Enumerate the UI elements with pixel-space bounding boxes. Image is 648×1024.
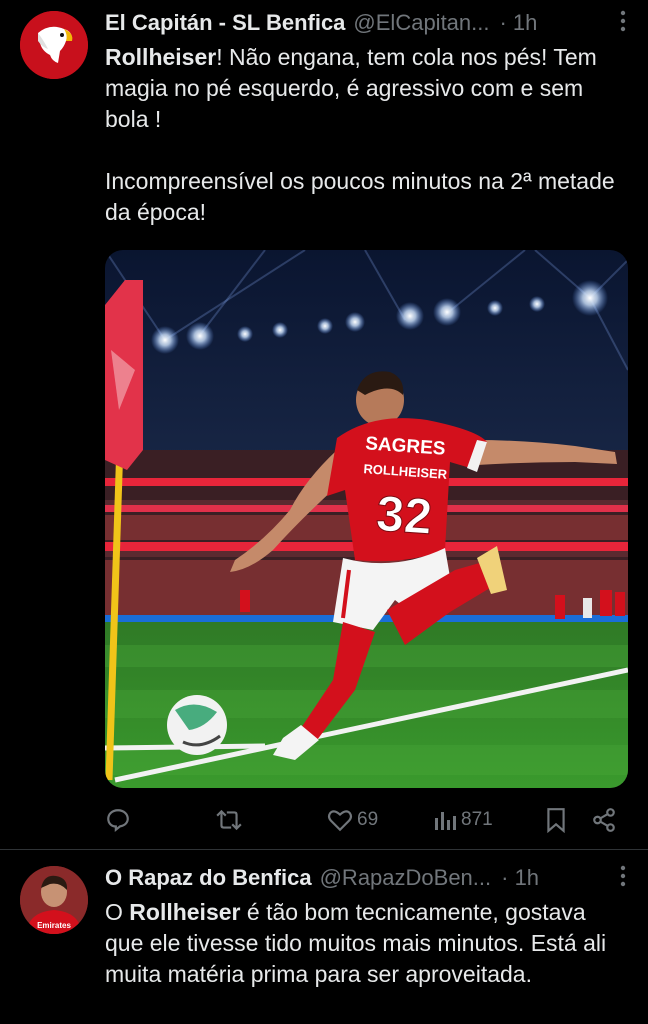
jersey-number: 32 [374,485,433,545]
tweet-media-photo[interactable]: SAGRES ROLLHEISER 32 [105,250,628,788]
mention-bold: Rollheiser [105,44,217,70]
like-button[interactable]: 69 [327,808,378,832]
timestamp[interactable]: · 1h [501,865,539,891]
more-options-icon[interactable] [620,865,626,893]
tweet-1[interactable]: El Capitán - SL Benfica @ElCapitan... · … [0,0,648,849]
tweet-text: Rollheiser! Não engana, tem cola nos pés… [105,42,630,228]
player-avatar-icon: Emirates [20,866,88,934]
tweet-actions: 69 871 [105,806,620,834]
views-button[interactable]: 871 [433,808,493,832]
author-handle[interactable]: @RapazDoBen... [320,865,492,891]
author-name[interactable]: El Capitán - SL Benfica [105,10,345,36]
like-count: 69 [357,809,379,830]
heart-icon [327,810,353,832]
reply-button[interactable] [105,807,135,833]
eagle-avatar-icon [20,11,88,79]
tweet-header: El Capitán - SL Benfica @ElCapitan... · … [105,8,628,38]
avatar-shirt-text: Emirates [37,921,71,930]
avatar[interactable]: Emirates [20,866,88,934]
mention-bold: Rollheiser [129,899,241,925]
tweet-header: O Rapaz do Benfica @RapazDoBen... · 1h [105,863,628,893]
author-name[interactable]: O Rapaz do Benfica [105,865,312,891]
bookmark-icon [547,808,565,833]
retweet-button[interactable] [215,807,247,833]
share-button[interactable] [591,807,617,833]
share-icon [593,808,615,832]
reply-icon [107,809,129,833]
views-chart-icon [435,812,456,830]
football-photo: SAGRES ROLLHEISER 32 [105,250,628,788]
bookmark-button[interactable] [545,807,567,833]
more-options-icon[interactable] [620,10,626,38]
retweet-icon [216,809,242,831]
tweet-text: O Rollheiser é tão bom tecnicamente, gos… [105,897,630,990]
tweet-text-prefix: O [105,899,130,925]
tweet-2[interactable]: Emirates O Rapaz do Benfica @RapazDoBen.… [0,850,648,1024]
avatar[interactable] [20,11,88,79]
tweet-text-paragraph-2: Incompreensível os poucos minutos na 2ª … [105,168,615,225]
author-handle[interactable]: @ElCapitan... [353,10,489,36]
views-count: 871 [461,809,493,830]
timestamp[interactable]: · 1h [499,10,537,36]
